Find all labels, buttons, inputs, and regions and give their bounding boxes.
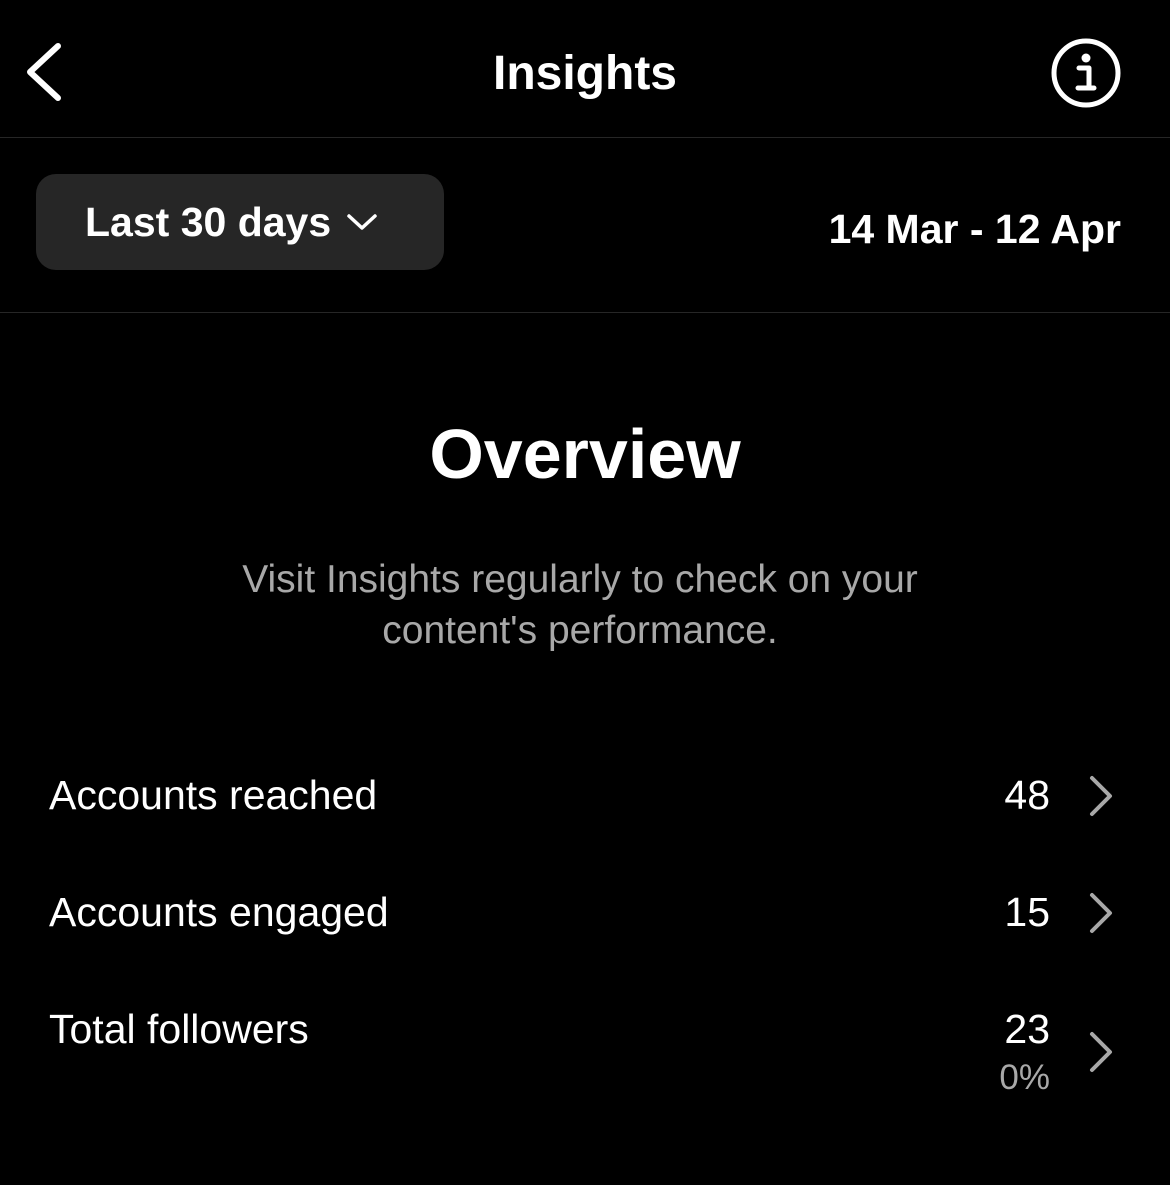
chevron-right-icon: [1090, 776, 1112, 816]
page-title: Insights: [492, 47, 677, 100]
metric-label: Total followers: [49, 1006, 309, 1052]
top-bar: Insights: [0, 0, 1170, 138]
metric-row-accounts-engaged[interactable]: Accounts engaged 15: [0, 883, 1170, 943]
date-filter-bar: Last 30 days 14 Mar - 12 Apr: [0, 138, 1170, 313]
date-range-dropdown[interactable]: Last 30 days: [36, 174, 444, 270]
metric-label: Accounts reached: [49, 772, 378, 818]
chevron-right-icon: [1090, 1032, 1112, 1072]
metric-value: 48: [1004, 772, 1050, 818]
metric-row-accounts-reached[interactable]: Accounts reached 48: [0, 766, 1170, 826]
date-range-text: 14 Mar - 12 Apr: [828, 206, 1121, 252]
metric-row-total-followers[interactable]: Total followers 23 0%: [0, 1000, 1170, 1100]
overview-subtitle: Visit Insights regularly to check on you…: [242, 558, 918, 652]
metric-change: 0%: [999, 1058, 1050, 1097]
insights-screen: Insights Last 30 days 14 Mar - 12 Apr Ov…: [0, 0, 1170, 1185]
metric-value: 15: [1004, 889, 1050, 935]
metric-value: 23: [1004, 1006, 1050, 1052]
date-range-dropdown-label: Last 30 days: [85, 199, 332, 245]
info-button[interactable]: [1049, 36, 1123, 110]
metric-label: Accounts engaged: [49, 889, 389, 935]
info-circle-icon: [1051, 38, 1121, 108]
chevron-down-icon: [347, 214, 377, 230]
chevron-right-icon: [1090, 893, 1112, 933]
overview-title: Overview: [429, 415, 741, 493]
